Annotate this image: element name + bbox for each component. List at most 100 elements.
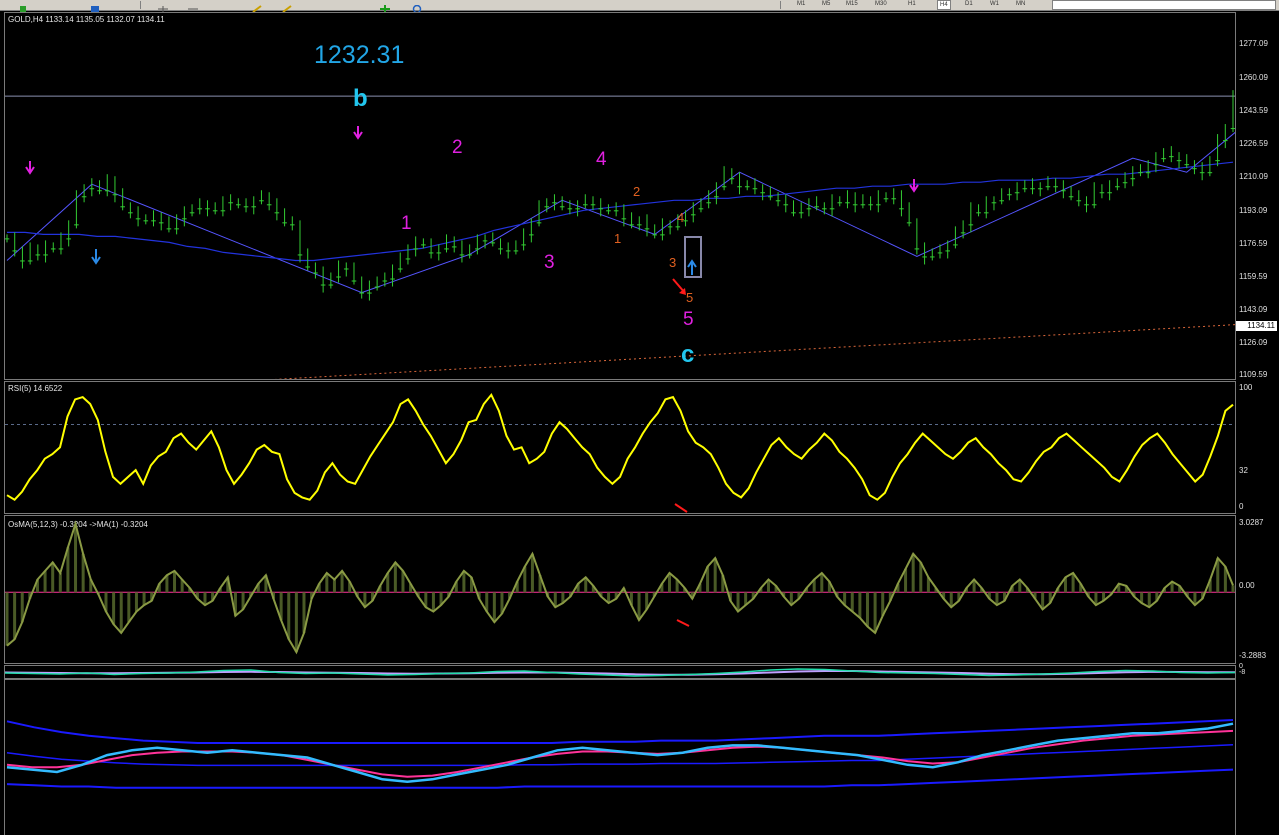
candle-body [667, 226, 673, 228]
candle-body [521, 244, 526, 246]
candle-body [706, 202, 711, 204]
candle-body [374, 286, 380, 288]
candle-body [937, 252, 943, 254]
candle-body [1184, 164, 1190, 166]
toolbar-button-pencil[interactable] [250, 0, 264, 13]
candle-body [467, 254, 472, 256]
rsi-line [6, 392, 1234, 501]
candle-body [598, 208, 604, 210]
osma-bar [119, 592, 123, 633]
toolbar-button-new[interactable] [16, 0, 30, 12]
osma-bar [173, 570, 177, 593]
timeframe-m15[interactable]: M15 [846, 0, 858, 8]
toolbar-button-indicators[interactable] [378, 0, 392, 13]
bands-lines [6, 719, 1234, 789]
candle-body [27, 260, 33, 262]
timeframe-d1[interactable]: D1 [965, 0, 973, 8]
candle-body [636, 224, 642, 226]
candle-body [236, 204, 241, 206]
candle-body [351, 280, 357, 282]
candle-body [629, 224, 634, 226]
candle-body [89, 188, 95, 190]
toolbar-search-input[interactable] [1052, 0, 1276, 10]
candle-body [20, 260, 25, 262]
candle-body [999, 200, 1004, 202]
candle-body [1207, 172, 1213, 174]
candle-body [714, 196, 719, 198]
candle-body [945, 250, 951, 252]
price-pane[interactable]: GOLD,H4 1133.14 1135.05 1132.07 1134.11 … [4, 12, 1236, 380]
timeframe-m30[interactable]: M30 [875, 0, 887, 8]
candle-body [97, 190, 102, 192]
zigzag-segment [6, 131, 1235, 294]
bands-scale[interactable] [1236, 679, 1279, 834]
bands-pane[interactable] [4, 679, 1236, 835]
middle-band [6, 744, 1234, 767]
toolbar: M1 M5 M15 M30 H1 H4 D1 W1 MN [0, 0, 1279, 14]
subwave-5-label: 5 [686, 290, 694, 305]
candle-body [1099, 192, 1105, 194]
timeframe-mn[interactable]: MN [1016, 0, 1025, 8]
osma-bar [287, 592, 291, 640]
timeframe-m1[interactable]: M1 [797, 0, 805, 8]
osma-pane[interactable]: OsMA(5,12,3) -0.3204 ->MA(1) -0.3204 [4, 515, 1236, 664]
timeframe-w1[interactable]: W1 [990, 0, 999, 8]
candle-body [43, 254, 48, 256]
rsi-tick: 32 [1239, 466, 1248, 475]
rsi-pane[interactable]: RSI(5) 14.6522 [4, 381, 1236, 514]
candle-body [868, 204, 873, 206]
candle-body [1192, 168, 1197, 170]
price-tick: 1226.59 [1239, 139, 1268, 148]
osma-bar [43, 570, 47, 593]
red-arrow-icon [672, 278, 686, 295]
candle-body [436, 252, 442, 254]
thin-indicator-pane[interactable] [4, 665, 1236, 679]
timeframe-m5[interactable]: M5 [822, 0, 830, 8]
candle-body [837, 202, 843, 204]
candle-body [297, 254, 303, 256]
timeframe-h1[interactable]: H1 [908, 0, 916, 8]
candle-body [151, 220, 156, 222]
candle-body [1014, 192, 1020, 194]
candle-body [205, 208, 210, 210]
toolbar-button-zoom-in[interactable] [156, 0, 170, 12]
timeframe-h4[interactable]: H4 [937, 0, 951, 10]
candle-body [336, 276, 341, 278]
osma-bar [58, 573, 62, 593]
osma-scale[interactable]: 3.0287 0.00 -3.2883 [1236, 515, 1279, 664]
upper-band [6, 768, 1234, 789]
candle-body [66, 238, 71, 240]
candle-body [960, 232, 966, 234]
osma-tick: -3.2883 [1239, 651, 1267, 660]
toolbar-button-highlight[interactable] [280, 0, 294, 13]
wave-1-label: 1 [401, 213, 412, 234]
candle-body [343, 268, 349, 270]
candle-body [128, 212, 133, 214]
osma-bar [294, 592, 298, 653]
thin-indicator-lines [5, 668, 1235, 677]
candle-body [737, 186, 742, 188]
toolbar-button-zoom-out[interactable] [186, 0, 200, 10]
wave-5-label: 5 [683, 309, 694, 330]
toolbar-button-save[interactable] [88, 0, 102, 12]
thin-scale[interactable]: 0 -8 [1236, 663, 1279, 679]
candle-body [112, 194, 118, 196]
current-price-label: 1134.11 [1236, 321, 1277, 331]
osma-bar [858, 592, 862, 618]
candle-body [744, 186, 750, 188]
price-tick: 1260.09 [1239, 73, 1268, 82]
candle-body [644, 228, 650, 230]
candle-body [421, 244, 426, 246]
candle-body [274, 212, 280, 214]
osma-bar [850, 592, 854, 612]
candle-body [768, 196, 773, 198]
sell-arrow-icon [353, 126, 363, 140]
candle-body [1145, 172, 1151, 174]
candle-body [1068, 196, 1074, 198]
rsi-scale[interactable]: 100 32 0 [1236, 381, 1279, 514]
toolbar-button-refresh[interactable] [410, 0, 424, 14]
candle-body [35, 254, 41, 256]
osma-series [6, 520, 1234, 655]
candle-body [228, 202, 233, 204]
candle-body [143, 220, 149, 222]
